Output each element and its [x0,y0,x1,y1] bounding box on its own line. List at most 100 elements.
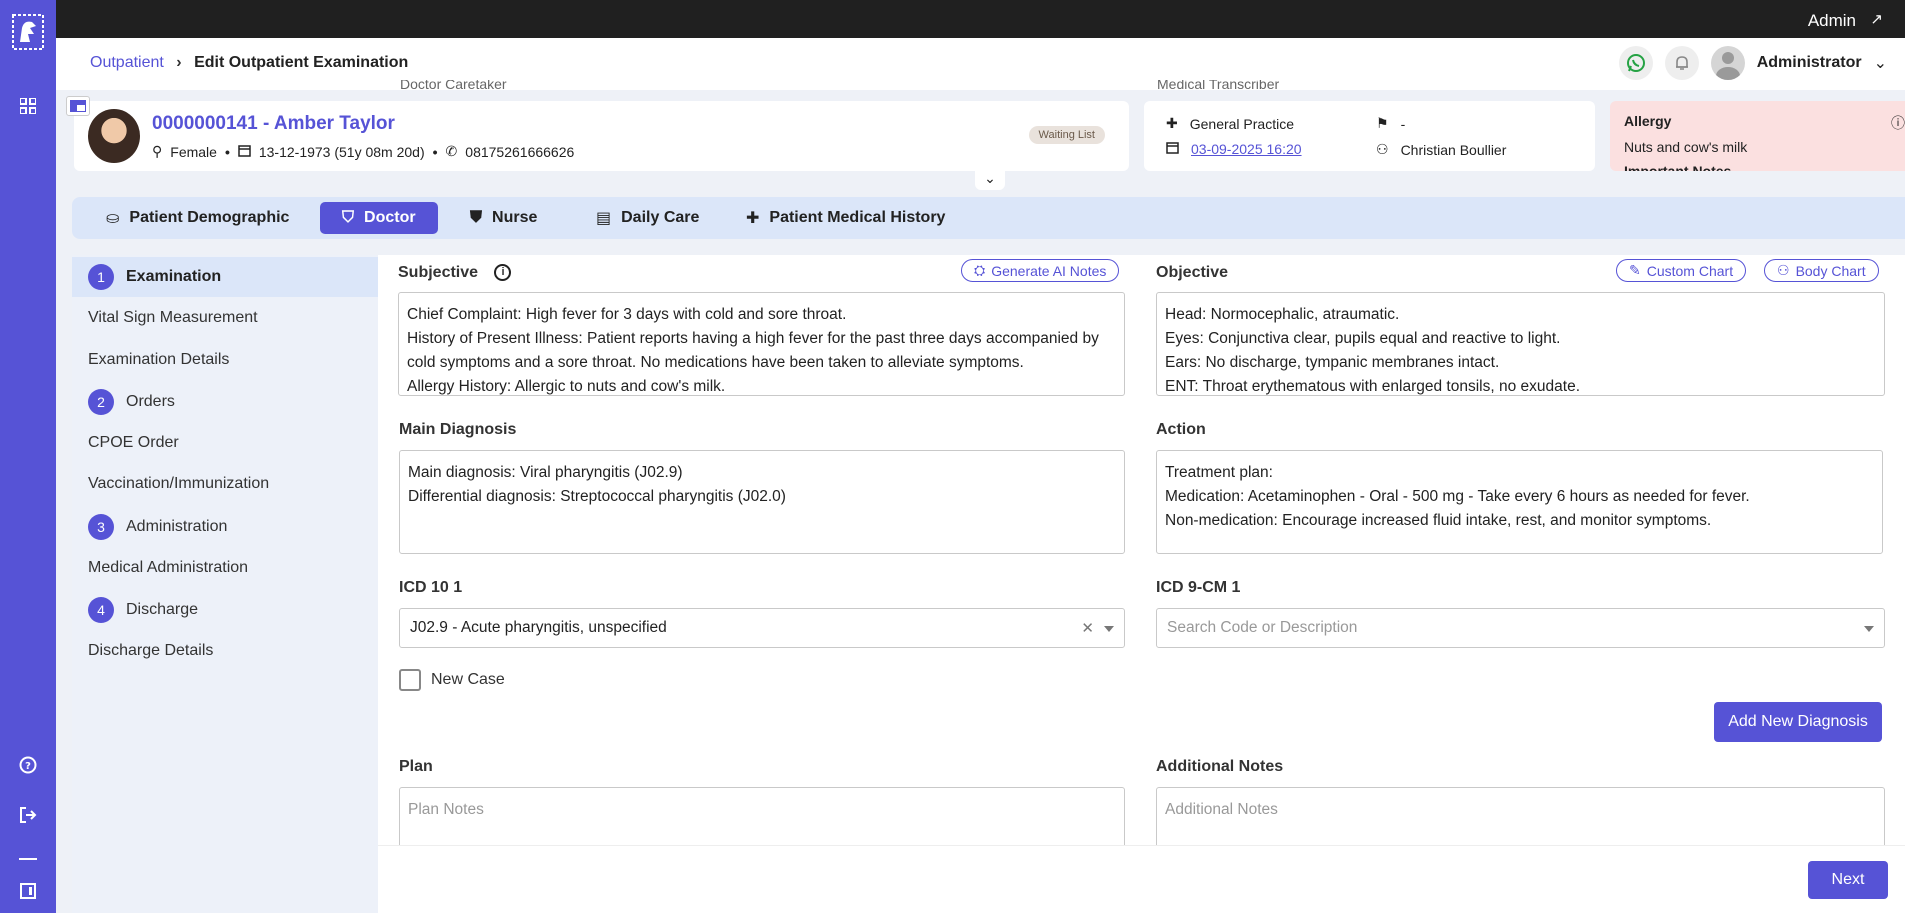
add-new-diagnosis-button[interactable]: Add New Diagnosis [1714,702,1882,742]
subjective-label: Subjective [398,264,479,281]
step-examination[interactable]: 1 Examination [72,257,378,297]
gender-icon: ⚲ [152,143,163,159]
clipboard-icon: ▤ [596,210,612,227]
visit-department: ✚ General Practice [1166,115,1294,132]
icd10-heading: ICD 10 1 [399,579,463,596]
clear-icon[interactable]: ✕ [1081,619,1094,637]
tab-bar: ⛀ Patient Demographic ⛉ Doctor ⛊ Nurse ▤… [72,197,1905,239]
info-icon[interactable]: i [494,264,512,282]
custom-chart-button[interactable]: ✎ Custom Chart [1616,259,1747,282]
text-line: Eyes: Conjunctiva clear, pupils equal an… [1165,330,1561,347]
divider-icon [18,845,38,865]
text-line: Chief Complaint: High fever for 3 days w… [407,306,847,323]
calendar-icon [1166,141,1179,157]
doctor-icon: ⛉ [342,209,355,226]
tab-label: Daily Care [621,209,700,226]
patient-card: 0000000141 - Amber Taylor ⚲ Female • 13-… [74,101,1129,171]
subjective-textarea[interactable]: Chief Complaint: High fever for 3 days w… [398,292,1125,396]
examination-form: Subjective i ⛭ Generate AI Notes Chief C… [378,255,1905,913]
patient-gender: Female [170,143,217,160]
flag-icon: ⚑ [1376,115,1389,131]
tab-nurse[interactable]: ⛊ Nurse [448,202,559,234]
medical-cross-icon: ✚ [1166,115,1178,131]
patient-photo [88,109,140,163]
expand-chevron-icon[interactable]: ⌄ [975,170,1005,190]
whatsapp-icon[interactable] [1618,46,1653,80]
step-number: 1 [88,264,114,290]
step-administration[interactable]: 3 Administration [72,507,378,547]
step-label: Administration [126,518,228,535]
patient-id-name[interactable]: 0000000141 - Amber Taylor [152,113,395,135]
step-discharge-details[interactable]: Discharge Details [88,642,213,660]
body-chart-button[interactable]: ⚇ Body Chart [1764,259,1879,282]
user-name[interactable]: Administrator [1757,54,1862,72]
step-number: 2 [88,389,114,415]
step-vaccination[interactable]: Vaccination/Immunization [88,475,269,493]
next-button[interactable]: Next [1808,861,1888,899]
app-logo-icon[interactable] [12,14,44,50]
text-line: Non-medication: Encourage increased flui… [1165,512,1712,529]
tab-patient-demographic[interactable]: ⛀ Patient Demographic [84,202,311,234]
svg-text:?: ? [25,761,31,772]
icd10-select[interactable]: J02.9 - Acute pharyngitis, unspecified ✕ [399,608,1125,648]
nurse-icon: ⛊ [470,209,483,226]
tab-daily-care[interactable]: ▤ Daily Care [574,202,721,234]
pen-icon: ✎ [1629,262,1641,278]
tab-label: Nurse [492,209,538,226]
top-user-label: Admin [1807,11,1856,30]
visit-card: ✚ General Practice 03-09-2025 16:20 ⚑ - … [1144,101,1595,171]
picture-in-picture-icon[interactable] [66,96,90,116]
tab-patient-medical-history[interactable]: ✚ Patient Medical History [724,202,967,234]
icd9-select[interactable]: Search Code or Description [1156,608,1885,648]
step-discharge[interactable]: 4 Discharge [72,590,378,630]
text-line: Ears: No discharge, tympanic membranes i… [1165,354,1500,371]
chevron-down-icon[interactable]: ⌄ [1874,53,1887,73]
icd9-placeholder: Search Code or Description [1167,619,1358,636]
button-label: Body Chart [1795,262,1866,279]
collapse-sidebar-icon[interactable] [18,883,38,903]
new-case-label: New Case [431,671,505,688]
status-badge: Waiting List [1028,126,1105,144]
step-cpoe-order[interactable]: CPOE Order [88,434,179,452]
allergy-title: Allergy [1624,113,1672,129]
text-line: ENT: Throat erythematous with enlarged t… [1165,378,1580,395]
tab-doctor[interactable]: ⛉ Doctor [320,202,438,234]
action-textarea[interactable]: Treatment plan: Medication: Acetaminophe… [1156,450,1883,554]
external-link-icon[interactable]: ↗ [1870,10,1883,28]
button-label: Custom Chart [1646,262,1734,279]
step-label: Discharge [126,601,199,618]
apps-grid-icon[interactable] [18,97,38,118]
step-vital-sign[interactable]: Vital Sign Measurement [88,309,258,327]
info-icon[interactable]: ⓘ [1891,113,1905,133]
new-case-checkbox[interactable] [399,669,421,691]
main-diagnosis-heading: Main Diagnosis [399,421,517,438]
help-icon[interactable]: ? [18,756,38,776]
visit-date-link[interactable]: 03-09-2025 16:20 [1191,141,1302,157]
caret-down-icon[interactable] [1864,626,1874,632]
allergy-value: Nuts and cow's milk [1624,139,1748,155]
objective-textarea[interactable]: Head: Normocephalic, atraumatic. Eyes: C… [1156,292,1885,396]
objective-heading: Objective [1156,264,1229,281]
separator-dot: • [432,143,438,160]
breadcrumb-outpatient[interactable]: Outpatient [90,54,164,71]
main-diagnosis-textarea[interactable]: Main diagnosis: Viral pharyngitis (J02.9… [399,450,1125,554]
flag-value: - [1400,115,1406,132]
logout-icon[interactable] [18,806,38,826]
breadcrumb: Outpatient › Edit Outpatient Examination [90,54,408,72]
generate-ai-notes-button[interactable]: ⛭ Generate AI Notes [961,259,1120,282]
text-line: Medication: Acetaminophen - Oral - 500 m… [1165,488,1750,505]
caret-down-icon[interactable] [1104,626,1114,632]
people-icon: ⚇ [1777,262,1790,278]
bell-icon[interactable] [1664,46,1699,80]
avatar[interactable] [1710,46,1745,80]
plan-heading: Plan [399,758,433,775]
step-number: 4 [88,597,114,623]
important-notes-label: Important Notes [1624,163,1732,171]
header-actions: Administrator ⌄ [1618,46,1887,80]
patient-meta: ⚲ Female • 13-12-1973 (51y 08m 20d) • ✆ … [152,143,574,160]
page-title: Edit Outpatient Examination [194,54,409,71]
doctor-caretaker-label: Doctor Caretaker [400,80,507,91]
step-orders[interactable]: 2 Orders [72,382,378,422]
step-examination-details[interactable]: Examination Details [88,351,229,369]
step-medical-administration[interactable]: Medical Administration [88,559,248,577]
